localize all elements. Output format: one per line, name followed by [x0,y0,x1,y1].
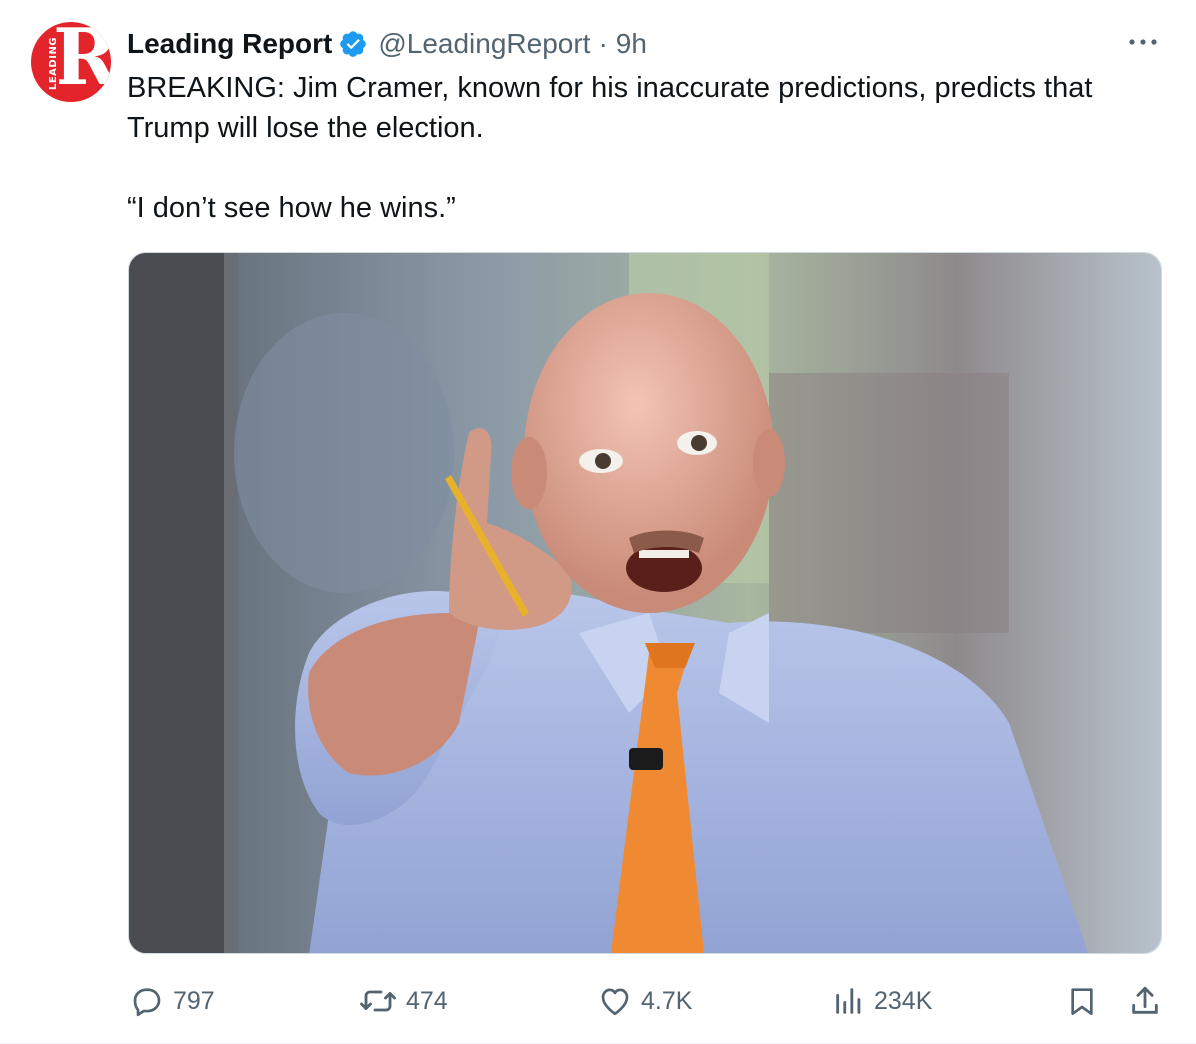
tweet-actions-bar: 797 474 4.7K 234K [0,978,1196,1024]
repost-count: 474 [406,986,448,1015]
timestamp[interactable]: 9h [616,28,647,60]
views-chart-icon [836,988,861,1014]
views-button[interactable]: 234K [832,978,932,1024]
avatar[interactable]: R LEADING [31,22,111,102]
like-count: 4.7K [641,986,693,1015]
tweet-text: BREAKING: Jim Cramer, known for his inac… [127,68,1167,228]
tweet-header: Leading Report @LeadingReport · 9h [127,26,647,62]
retweet-icon [360,990,396,1012]
like-button[interactable]: 4.7K [597,978,692,1024]
tweet-media-photo[interactable] [128,252,1162,954]
tweet-text-spacer [127,148,1167,188]
display-name[interactable]: Leading Report [127,28,332,60]
bookmark-icon [1071,988,1093,1015]
reply-count: 797 [173,986,215,1015]
handle[interactable]: @LeadingReport [378,28,590,60]
more-horizontal-icon[interactable] [1126,32,1160,52]
share-button[interactable] [1128,978,1170,1024]
avatar-text: LEADING [48,34,60,93]
heart-icon [601,988,629,1016]
views-count: 234K [874,986,933,1015]
share-icon [1132,986,1158,1014]
repost-button[interactable]: 474 [358,978,448,1024]
separator-dot: · [598,28,608,59]
tweet-card[interactable]: R LEADING Leading Report @LeadingReport … [0,0,1196,1044]
tweet-text-line-2: “I don’t see how he wins.” [127,192,456,224]
avatar-letter: R [53,22,111,102]
verified-badge-icon[interactable] [338,29,368,59]
reply-button[interactable]: 797 [129,978,215,1024]
bookmark-button[interactable] [1066,978,1106,1024]
tweet-text-line-1: BREAKING: Jim Cramer, known for his inac… [127,72,1093,144]
reply-bubble-icon [133,988,161,1017]
